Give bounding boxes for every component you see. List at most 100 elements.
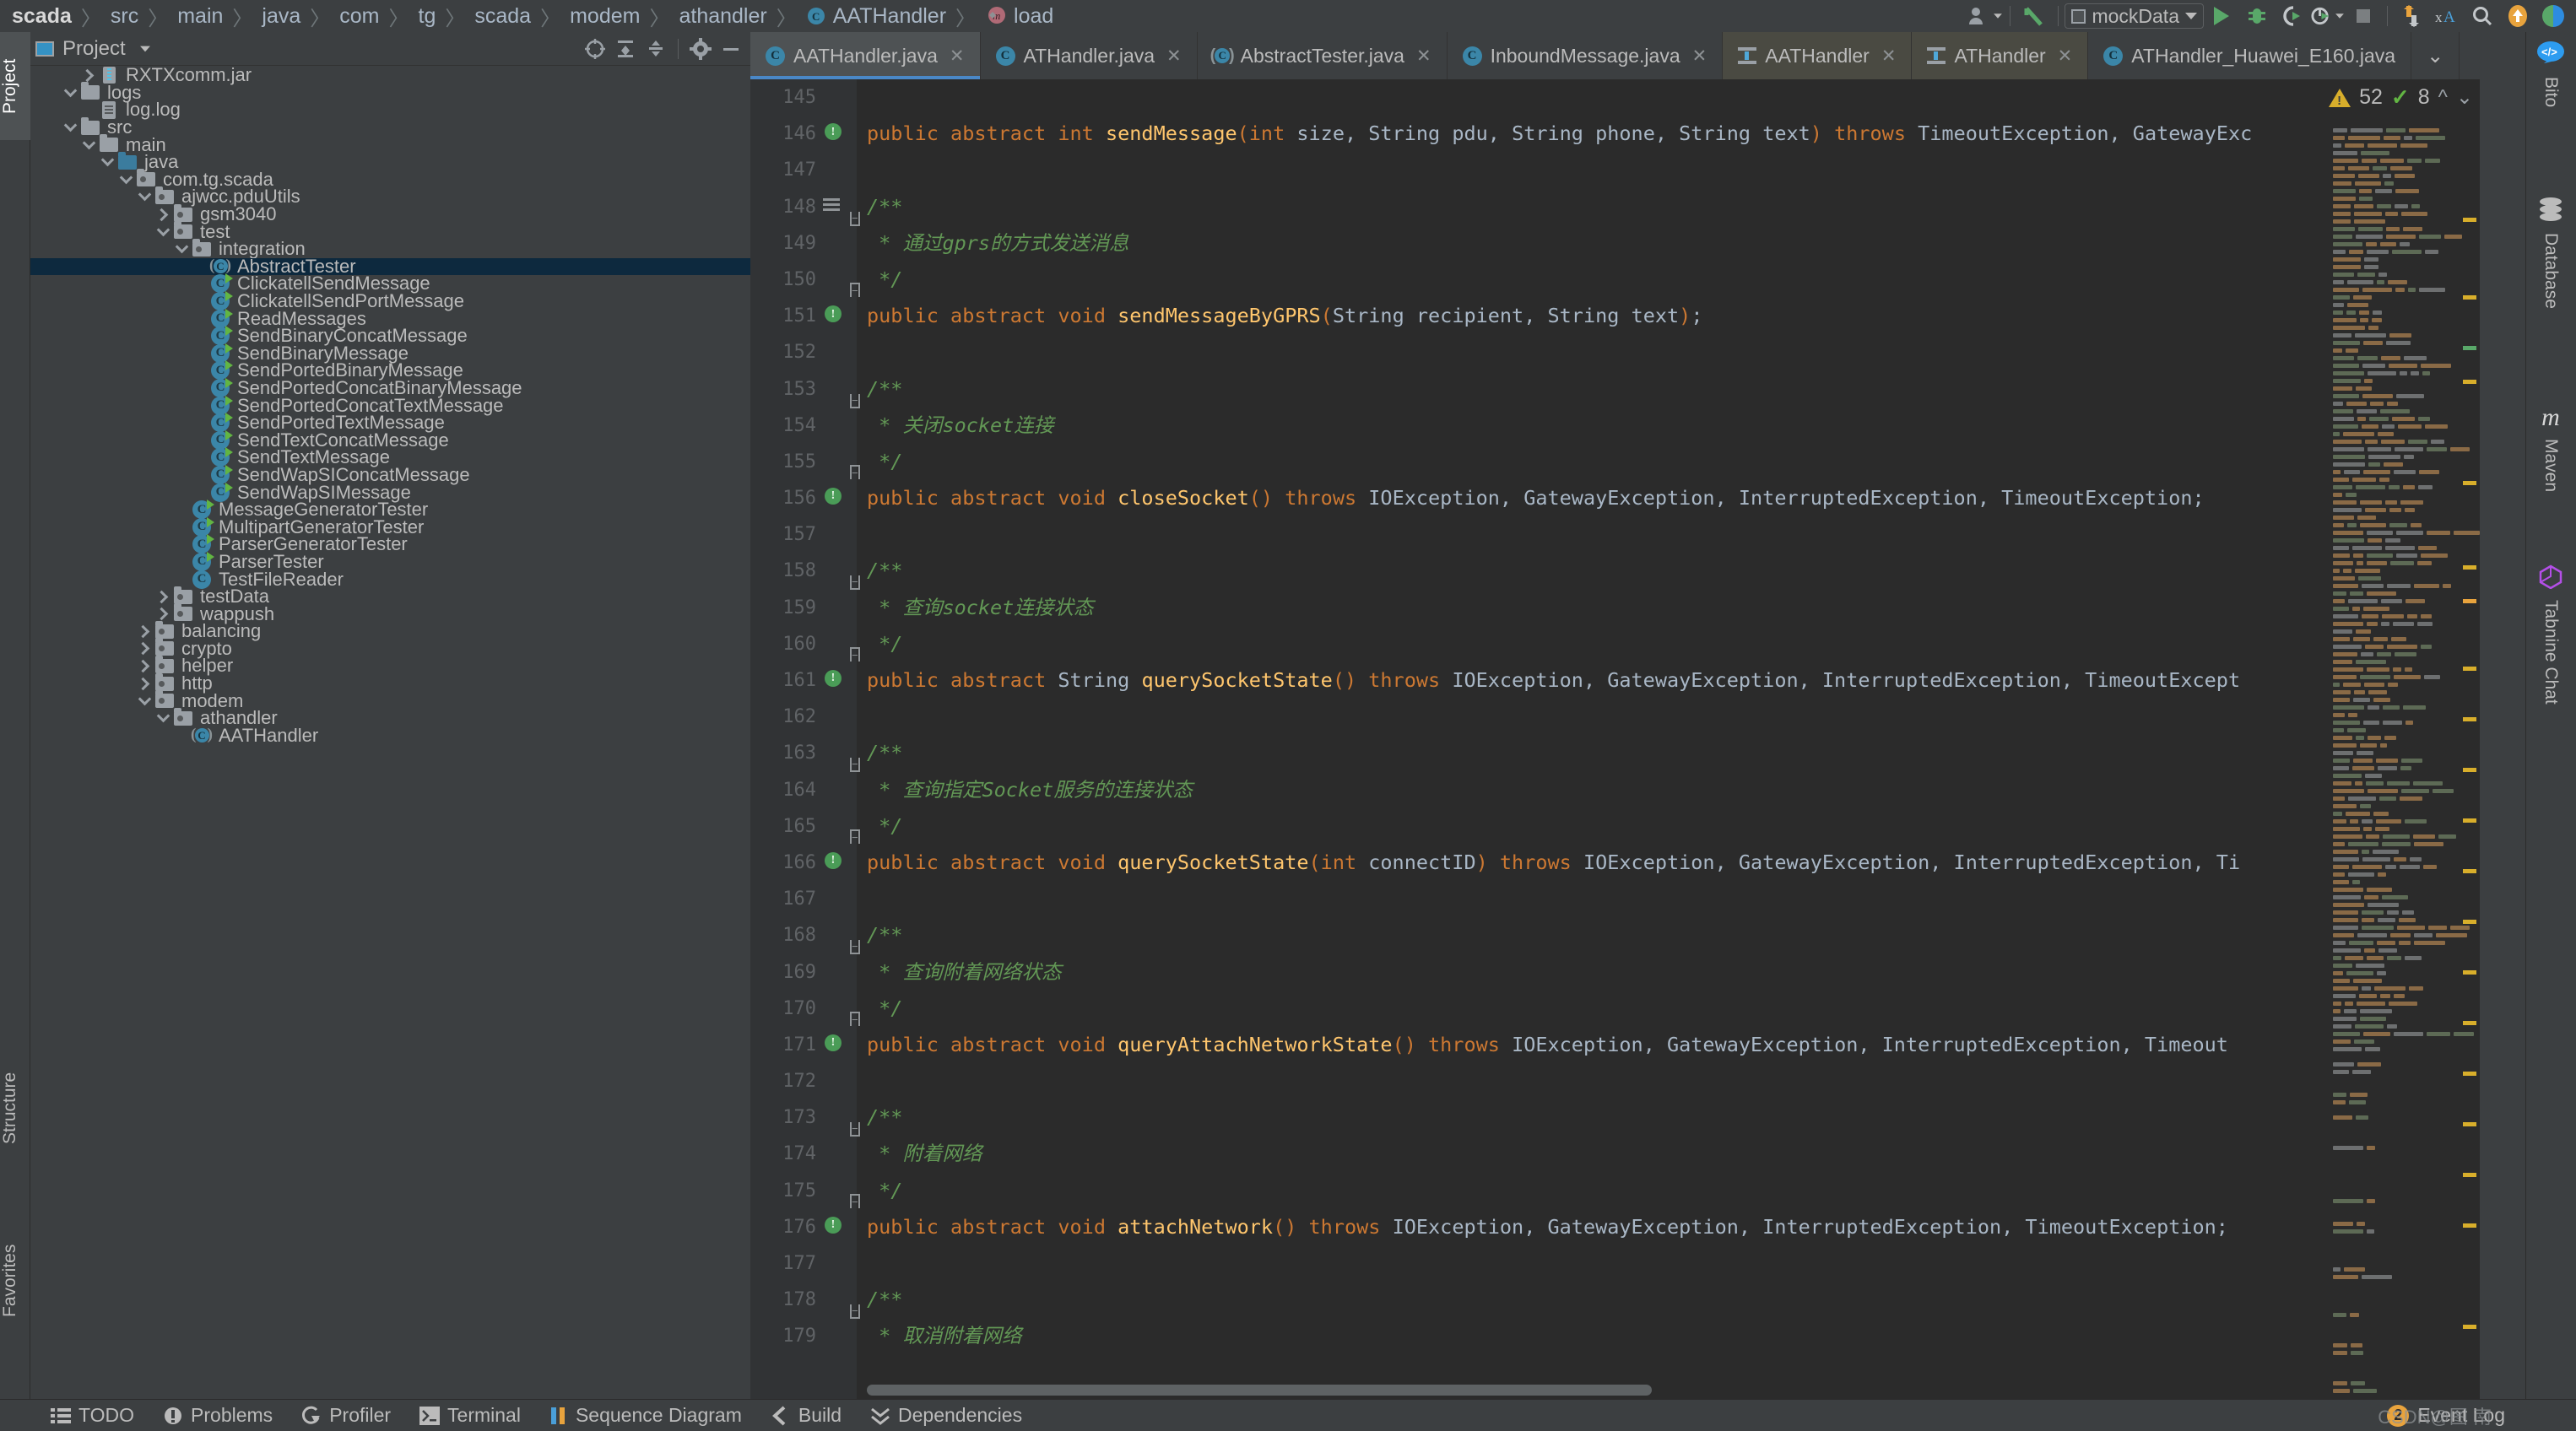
code-line[interactable]: 149 * 通过gprs的方式发送消息 [750,225,2480,262]
editor-tab[interactable]: ATHandler ✕ [1912,32,2089,79]
code-line[interactable]: 164 * 查询指定Socket服务的连接状态 [750,772,2480,808]
code-line[interactable]: 162 [750,699,2480,735]
close-icon[interactable]: ✕ [1881,46,1897,67]
chevron-right-icon[interactable] [135,677,154,690]
tree-row[interactable]: testData [30,586,750,607]
editor-tab[interactable]: C InboundMessage.java ✕ [1448,32,1724,79]
sidebar-item-database[interactable]: Database [2525,197,2576,309]
editor-tab[interactable]: AATHandler ✕ [1723,32,1913,79]
code-editor[interactable]: 145 146! public abstract int sendMessage(i… [750,79,2480,1399]
editor-tab[interactable]: C AATHandler.java ✕ [750,32,981,79]
chevron-down-icon[interactable] [61,118,79,132]
debug-icon[interactable] [2239,2,2275,30]
close-icon[interactable]: ✕ [1166,46,1182,67]
code-line[interactable]: 145 [750,79,2480,116]
code-line[interactable]: 163−/** [750,735,2480,773]
tree-row[interactable]: com.tg.scada [30,169,750,190]
sidebar-item-maven[interactable]: m Maven [2525,403,2576,492]
chevron-down-icon[interactable] [154,223,172,236]
bottom-item-dependencies[interactable]: Dependencies [870,1404,1022,1427]
close-icon[interactable]: ✕ [1416,46,1431,67]
code-line[interactable]: 177 [750,1245,2480,1282]
chevron-down-icon[interactable] [61,84,79,98]
close-icon[interactable]: ✕ [1692,46,1707,67]
error-stripe-mark[interactable] [2463,869,2476,873]
code-line[interactable]: 153−/** [750,371,2480,408]
tree-row[interactable]: C AATHandler [30,725,750,746]
code-line[interactable]: 146! public abstract int sendMessage(int … [750,116,2480,152]
code-lines[interactable]: 145 146! public abstract int sendMessage(i… [750,79,2480,1399]
search-everywhere-icon[interactable]: xA [2429,2,2465,30]
error-stripe-mark[interactable] [2463,717,2476,721]
error-stripe-mark[interactable] [2463,970,2476,975]
code-line[interactable]: 169 * 查询附着网络状态 [750,954,2480,991]
code-line[interactable]: 174 * 附着网络 [750,1136,2480,1172]
error-stripe-mark[interactable] [2463,218,2476,222]
tree-row[interactable]: wappush [30,603,750,624]
tree-row[interactable]: helper [30,655,750,676]
chevron-down-icon[interactable] [172,240,191,254]
bottom-item-problems[interactable]: Problems [163,1404,273,1427]
chevron-down-icon[interactable]: ⌄ [2456,85,2473,110]
code-line[interactable]: 150− */ [750,262,2480,298]
hide-icon[interactable] [717,36,745,62]
breadcrumb-item[interactable]: AATHandler [833,4,946,29]
error-stripe-mark[interactable] [2463,920,2476,924]
chevron-down-icon[interactable] [154,709,172,723]
tree-row[interactable]: gsm3040 [30,203,750,224]
bottom-item-build[interactable]: Build [771,1404,842,1427]
intention-bulb-icon[interactable]: ! [825,123,842,141]
error-stripe-mark[interactable] [2463,1122,2476,1126]
intention-bulb-icon[interactable]: ! [825,488,842,505]
run-icon[interactable] [2204,2,2239,30]
code-minimap[interactable] [2328,127,2480,1399]
chevron-right-icon[interactable] [79,68,98,83]
intention-bulb-icon[interactable]: ! [825,1216,842,1234]
error-stripe-mark[interactable] [2463,1223,2476,1228]
tree-row[interactable]: C ParserGeneratorTester [30,533,750,554]
error-stripe[interactable] [2461,127,2480,1399]
tree-row[interactable]: modem [30,690,750,711]
chevron-up-icon[interactable]: ^ [2438,86,2448,110]
tree-row[interactable]: ajwcc.pduUtils [30,186,750,207]
settings-gear-icon[interactable] [686,36,715,62]
sidebar-item-tabnine-chat[interactable]: Tabnine Chat [2525,564,2576,705]
code-line[interactable]: 155− */ [750,444,2480,480]
breadcrumb-item[interactable]: modem [570,4,640,29]
editor-tab[interactable]: C ATHandler_Huawei_E160.java [2088,32,2412,79]
error-stripe-mark[interactable] [2463,818,2476,823]
stop-icon[interactable] [2346,2,2381,30]
code-line[interactable]: 160− */ [750,626,2480,662]
code-line[interactable]: 165− */ [750,808,2480,845]
profile-icon[interactable] [2310,2,2346,30]
code-line[interactable]: 175− */ [750,1173,2480,1209]
intention-bulb-icon[interactable]: ! [825,305,842,323]
code-line[interactable]: 156! public abstract void closeSocket() t… [750,480,2480,516]
code-line[interactable]: 167 [750,881,2480,917]
collapse-all-icon[interactable] [641,36,670,62]
code-line[interactable]: 161! public abstract String querySocketSt… [750,662,2480,699]
bottom-item-todo[interactable]: TODO [51,1404,134,1427]
breadcrumb-item[interactable]: athandler [679,4,766,29]
close-icon[interactable]: ✕ [950,46,965,67]
ide-icon[interactable] [2535,2,2571,30]
code-line[interactable]: 171! public abstract void queryAttachNetw… [750,1027,2480,1063]
chevron-down-icon[interactable] [79,136,98,149]
chevron-right-icon[interactable] [135,624,154,639]
error-stripe-mark[interactable] [2463,481,2476,485]
tree-row[interactable]: C TestFileReader [30,569,750,590]
tab-overflow-button[interactable]: ⌄ [2411,32,2460,79]
chevron-down-icon[interactable] [135,188,154,202]
error-stripe-mark[interactable] [2463,667,2476,671]
code-line[interactable]: 173−/** [750,1099,2480,1137]
run-configuration-selector[interactable]: mockData [2065,3,2204,29]
bottom-item-terminal[interactable]: Terminal [419,1404,521,1427]
breadcrumb-item[interactable]: com [339,4,379,29]
code-line[interactable]: 157 [750,516,2480,553]
chevron-down-icon[interactable] [116,170,135,185]
run-with-coverage-icon[interactable] [2275,2,2310,30]
bottom-item-profiler[interactable]: Profiler [301,1404,391,1427]
error-stripe-mark[interactable] [2463,599,2476,603]
error-stripe-mark[interactable] [2463,1173,2476,1177]
tree-row[interactable]: C ClickatellSendPortMessage [30,290,750,311]
